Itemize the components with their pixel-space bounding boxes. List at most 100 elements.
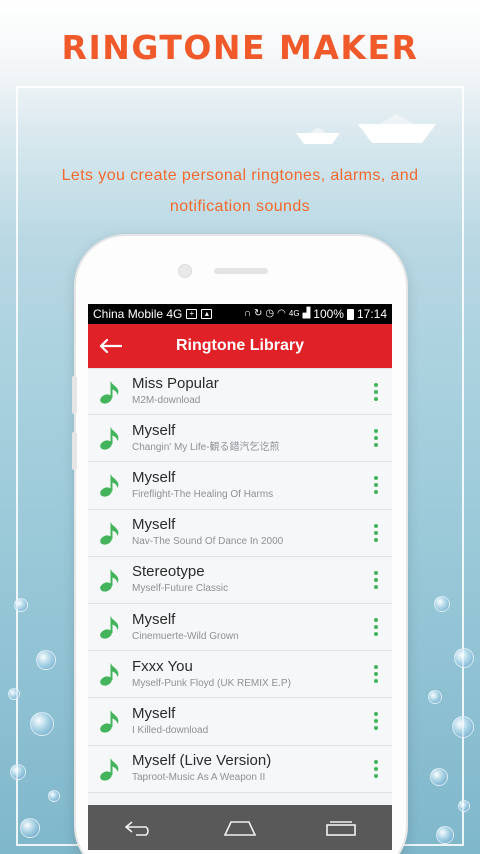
song-artist: Cinemuerte-Wild Grown [132, 630, 239, 642]
headset-icon: ∩ [243, 308, 252, 319]
battery-icon [346, 308, 354, 320]
song-artist: Myself-Future Classic [132, 583, 229, 595]
more-vert-icon[interactable] [360, 418, 392, 458]
music-note-icon [88, 708, 132, 734]
song-text: Miss Popular M2M-download [132, 375, 360, 408]
list-item[interactable]: Myself Cinemuerte-Wild Grown [88, 603, 392, 652]
song-title: Fxxx You [132, 657, 193, 675]
song-artist: M2M-download [132, 395, 201, 407]
phone-volume-button [72, 432, 77, 470]
promo-subtitle: Lets you create personal ringtones, alar… [40, 160, 440, 222]
more-vert-icon[interactable] [360, 465, 392, 505]
song-title: Miss Popular [132, 375, 219, 393]
page-title: Ringtone Library [175, 337, 304, 354]
song-artist: Nav-The Sound Of Dance In 2000 [132, 536, 284, 548]
list-item[interactable]: Miss Popular M2M-download [88, 368, 392, 416]
list-item[interactable]: Fxxx You Myself-Punk Floyd (UK REMIX E.P) [88, 651, 392, 699]
song-text: Fxxx You Myself-Punk Floyd (UK REMIX E.P) [132, 658, 360, 691]
wifi-icon: ◠ [277, 308, 286, 319]
app-screen: China Mobile 4G + ▴ ∩ ↻ ◷ ◠ 4G ▟ 100% 17… [88, 304, 392, 850]
bubble-decoration [454, 648, 474, 668]
more-vert-icon[interactable] [360, 654, 392, 694]
nav-back-button[interactable] [109, 808, 169, 848]
bubble-decoration [434, 596, 450, 612]
song-title: Myself [132, 516, 176, 534]
bubble-decoration [36, 650, 56, 670]
phone-speaker [214, 268, 268, 274]
carrier-label: China Mobile 4G [93, 307, 183, 321]
bubble-decoration [14, 598, 28, 612]
music-note-icon [88, 567, 132, 593]
recents-icon [326, 820, 357, 836]
music-note-icon [88, 425, 132, 451]
network-type-label: 4G [288, 309, 300, 318]
bubble-decoration [428, 690, 442, 704]
sync-icon: ↻ [254, 308, 263, 319]
list-item[interactable]: Myself Fireflight-The Healing Of Harms [88, 462, 392, 510]
alarm-icon: ◷ [265, 308, 275, 319]
more-vert-icon[interactable] [360, 560, 392, 600]
list-item[interactable]: Myself I Killed-download [88, 698, 392, 746]
more-vert-icon[interactable] [360, 749, 392, 789]
music-note-icon [88, 520, 132, 546]
status-bar: China Mobile 4G + ▴ ∩ ↻ ◷ ◠ 4G ▟ 100% 17… [88, 304, 392, 324]
song-artist: I Killed-download [132, 724, 209, 736]
song-text: Myself Changin' My Life-観る錯汽乞讫煎 [132, 422, 360, 455]
bubble-decoration [48, 790, 60, 802]
bubble-decoration [20, 818, 40, 838]
clock: 17:14 [356, 307, 387, 321]
song-artist: Changin' My Life-観る錯汽乞讫煎 [132, 441, 280, 453]
song-title: Myself (Live Version) [132, 752, 272, 770]
song-text: Myself (Live Version) Taproot-Music As A … [132, 752, 360, 785]
more-vert-icon[interactable] [360, 701, 392, 741]
system-nav-bar [88, 805, 392, 850]
music-note-icon [88, 379, 132, 405]
paper-boat-small-icon [296, 127, 340, 144]
battery-percent: 100% [313, 307, 344, 321]
song-artist: Myself-Punk Floyd (UK REMIX E.P) [132, 677, 291, 689]
song-text: Myself Nav-The Sound Of Dance In 2000 [132, 516, 360, 549]
song-title: Stereotype [132, 563, 205, 581]
bubble-decoration [430, 768, 448, 786]
song-text: Stereotype Myself-Future Classic [132, 563, 360, 596]
back-button[interactable] [88, 324, 132, 368]
bubble-decoration [452, 716, 474, 738]
song-title: Myself [132, 704, 176, 722]
song-text: Myself I Killed-download [132, 705, 360, 738]
song-text: Myself Cinemuerte-Wild Grown [132, 611, 360, 644]
image-icon: ▴ [201, 309, 213, 319]
nav-recents-button[interactable] [311, 808, 371, 848]
paper-boat-large-icon [358, 114, 436, 143]
back-icon [124, 820, 149, 836]
phone-volume-button [72, 376, 77, 414]
more-vert-icon[interactable] [360, 372, 392, 412]
list-item[interactable]: Stereotype Myself-Future Classic [88, 556, 392, 604]
signal-icon: ▟ [302, 308, 311, 319]
more-vert-icon[interactable] [360, 513, 392, 553]
music-note-icon [88, 661, 132, 687]
promo-title: Ringtone Maker [61, 28, 419, 67]
list-item[interactable]: Myself Nav-The Sound Of Dance In 2000 [88, 509, 392, 557]
list-item[interactable]: Myself (Live Version) Taproot-Music As A … [88, 745, 392, 793]
nav-home-button[interactable] [210, 808, 270, 848]
home-icon [223, 820, 257, 836]
bubble-decoration [436, 826, 454, 844]
song-artist: Fireflight-The Healing Of Harms [132, 488, 274, 500]
promo-subtitle-line2: notification sounds [169, 198, 311, 215]
song-title: Myself [132, 421, 176, 439]
bubble-decoration [30, 712, 54, 736]
list-item[interactable]: Myself Changin' My Life-観る錯汽乞讫煎 [88, 415, 392, 463]
song-title: Myself [132, 468, 176, 486]
song-artist: Taproot-Music As A Weapon II [132, 772, 266, 784]
app-bar: Ringtone Library [88, 324, 392, 368]
music-note-icon [88, 472, 132, 498]
phone-camera [178, 264, 192, 278]
bubble-decoration [8, 688, 20, 700]
add-icon: + [186, 309, 198, 319]
bubble-decoration [458, 800, 470, 812]
more-vert-icon[interactable] [360, 607, 392, 647]
ringtone-list: Miss Popular M2M-download Myself Changin' M… [88, 368, 392, 793]
song-title: Myself [132, 610, 176, 628]
music-note-icon [88, 614, 132, 640]
arrow-left-icon [99, 338, 122, 354]
